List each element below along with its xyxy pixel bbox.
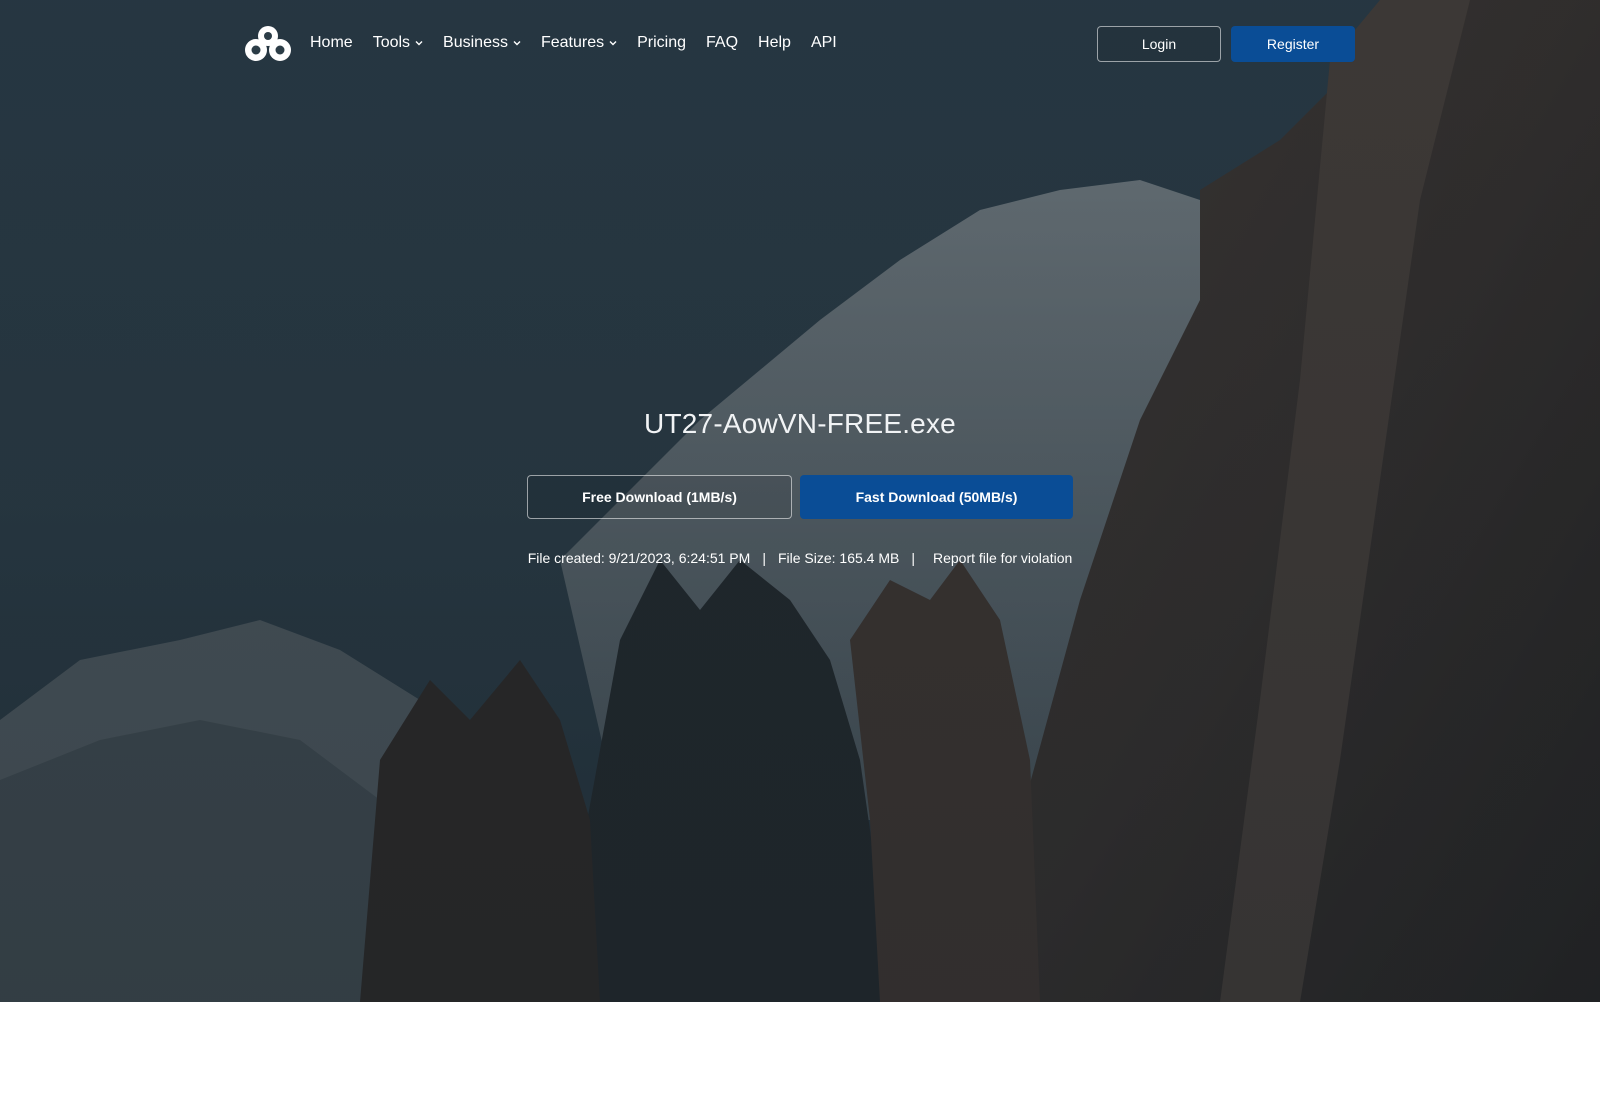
nav-help-label: Help <box>758 34 791 51</box>
file-name-title: UT27-AowVN-FREE.exe <box>644 408 956 439</box>
register-button[interactable]: Register <box>1231 26 1355 62</box>
nav-api[interactable]: API <box>811 34 837 52</box>
nav-home[interactable]: Home <box>310 34 353 52</box>
nav-help[interactable]: Help <box>758 34 791 52</box>
hero-section: Home Tools Business Features Pricing FAQ… <box>0 0 1600 1002</box>
chevron-down-icon <box>513 41 521 46</box>
report-violation-link[interactable]: Report file for violation <box>933 550 1072 566</box>
page-content-area <box>0 1002 1600 1113</box>
nav-business[interactable]: Business <box>443 34 521 52</box>
fast-download-button[interactable]: Fast Download (50MB/s) <box>800 475 1073 519</box>
chevron-down-icon <box>609 41 617 46</box>
main-nav: Home Tools Business Features Pricing FAQ… <box>310 30 857 56</box>
file-meta-row: File created: 9/21/2023, 6:24:51 PM | Fi… <box>0 550 1600 566</box>
nav-tools[interactable]: Tools <box>373 34 423 52</box>
nav-api-label: API <box>810 34 837 51</box>
nav-pricing-label: Pricing <box>637 34 687 51</box>
file-created-text: File created: 9/21/2023, 6:24:51 PM <box>527 550 751 566</box>
meta-separator: | <box>762 550 766 566</box>
nav-faq-label: FAQ <box>706 34 739 51</box>
login-button[interactable]: Login <box>1097 26 1221 62</box>
nav-business-label: Business <box>443 34 508 51</box>
cloud-logo-icon[interactable] <box>244 24 292 64</box>
nav-tools-label: Tools <box>372 34 411 51</box>
file-size-text: File Size: 165.4 MB <box>777 550 900 566</box>
nav-features[interactable]: Features <box>541 34 617 52</box>
free-download-button[interactable]: Free Download (1MB/s) <box>527 475 792 519</box>
chevron-down-icon <box>415 41 423 46</box>
meta-separator: | <box>911 550 915 566</box>
nav-faq[interactable]: FAQ <box>706 34 738 52</box>
nav-pricing[interactable]: Pricing <box>637 34 686 52</box>
nav-features-label: Features <box>540 34 605 51</box>
nav-home-label: Home <box>310 34 353 51</box>
